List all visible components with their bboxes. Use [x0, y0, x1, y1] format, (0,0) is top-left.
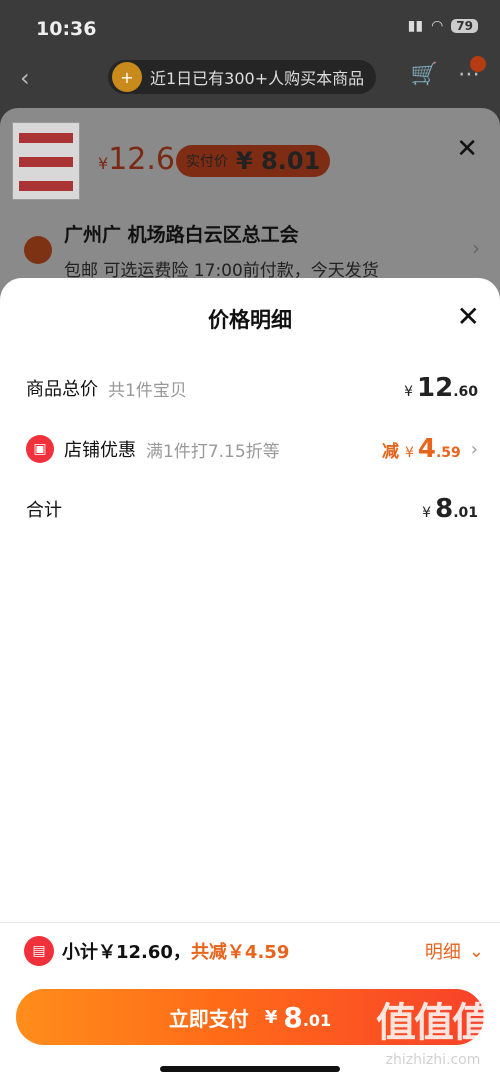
purchase-toast: + 近1日已有300+人购买本商品	[108, 60, 377, 94]
notification-badge	[470, 56, 486, 72]
amount-dec: .59	[435, 445, 461, 461]
row-grand-total: 合计 ¥ 8 .01	[26, 489, 478, 529]
yen-symbol: ¥	[404, 384, 413, 400]
close-icon[interactable]: ✕	[456, 134, 478, 164]
amount-int: 12	[417, 373, 454, 403]
detail-label: 明细	[424, 942, 461, 963]
pay-yen: ¥	[264, 1006, 278, 1028]
wifi-icon: ◠	[431, 18, 444, 34]
row-shop-discount[interactable]: ▣ 店铺优惠 满1件打7.15折等 减 ¥ 4 .59 ›	[26, 429, 478, 469]
price-value: 12.6	[108, 142, 175, 177]
yen-symbol: ¥	[422, 505, 432, 521]
row-amount: 减 ¥ 4 .59	[382, 434, 461, 464]
row-amount: ¥ 12 .60	[404, 373, 478, 403]
product-thumbnail	[12, 122, 80, 200]
status-bar: 10:36 ▮▮ ◠ 79	[0, 0, 500, 56]
close-icon[interactable]: ✕	[457, 300, 480, 333]
row-total-price: 商品总价 共1件宝贝 ¥ 12 .60	[26, 368, 478, 408]
pay-label: 立即支付	[168, 1006, 249, 1031]
chevron-right-icon: ›	[470, 438, 478, 460]
pay-amount-dec: .01	[302, 1010, 332, 1030]
row-sub: 满1件打7.15折等	[146, 441, 280, 462]
actual-price-value: ¥ 8.01	[236, 147, 321, 175]
row-amount: ¥ 8 .01	[422, 494, 478, 524]
product-price: ¥12.6	[98, 142, 175, 177]
home-indicator	[160, 1066, 340, 1072]
toast-text: 近1日已有300+人购买本商品	[150, 69, 365, 88]
chevron-down-icon: ⌄	[468, 940, 484, 962]
ticket-icon: ▤	[24, 936, 54, 966]
sheet-title: 价格明细	[208, 308, 292, 332]
amount-dec: .60	[453, 384, 478, 400]
row-label: 店铺优惠	[64, 440, 136, 461]
yen-symbol: ¥	[404, 445, 414, 461]
detail-toggle[interactable]: 明细 ⌄	[425, 938, 484, 964]
amount-int: 8	[435, 494, 454, 524]
discount-prefix: 减	[381, 442, 399, 462]
battery-icon: 79	[451, 19, 478, 33]
nav-bar: ‹ + 近1日已有300+人购买本商品 🛒 ⋯	[0, 56, 500, 102]
watermark: 值值值 zhizhizhi.com	[376, 990, 492, 1068]
amount-dec: .01	[453, 505, 478, 521]
status-time: 10:36	[36, 18, 97, 40]
actual-price-label: 实付价	[186, 154, 228, 170]
signal-icon: ▮▮	[407, 18, 424, 34]
status-icons: ▮▮ ◠ 79	[408, 18, 478, 34]
cart-icon[interactable]: 🛒	[411, 62, 438, 87]
bag-icon: +	[112, 62, 142, 92]
row-label: 商品总价	[26, 379, 98, 400]
thumb-stripe	[19, 133, 73, 143]
amount-int: 4	[417, 434, 436, 464]
subtotal-text: 小计￥12.60，	[62, 942, 191, 963]
thumb-stripe	[19, 181, 73, 191]
price-yen: ¥	[98, 154, 109, 173]
subtotal-bar: ▤ 小计￥12.60， 共减￥4.59 明细 ⌄	[24, 933, 484, 969]
actual-price-pill: 实付价 ¥ 8.01	[176, 145, 331, 177]
total-discount: 共减￥4.59	[190, 942, 290, 963]
thumb-stripe	[19, 157, 73, 167]
location-icon	[24, 236, 52, 264]
address-title[interactable]: 广州广 机场路白云区总工会	[64, 220, 299, 247]
row-label: 合计	[26, 500, 62, 521]
back-icon[interactable]: ‹	[20, 64, 30, 92]
pay-amount-int: 8	[283, 1000, 303, 1034]
divider	[0, 922, 500, 923]
watermark-url: zhizhizhi.com	[385, 1052, 481, 1068]
watermark-logo: 值值值	[376, 1000, 492, 1046]
chevron-right-icon[interactable]: ›	[472, 236, 480, 260]
row-sub: 共1件宝贝	[108, 380, 187, 401]
shop-icon: ▣	[26, 435, 54, 463]
